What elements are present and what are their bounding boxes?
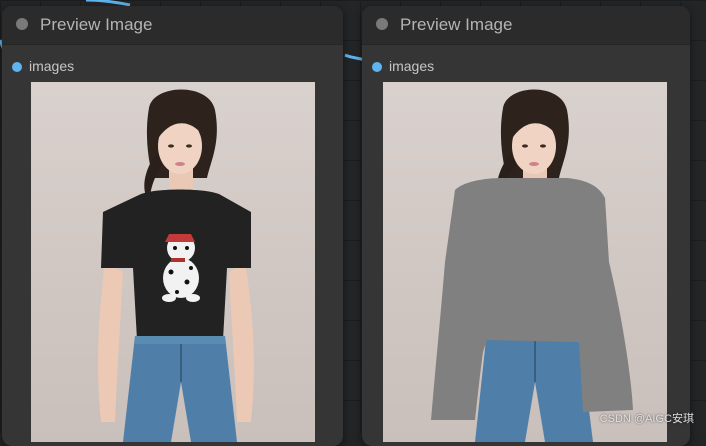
collapse-dot-icon[interactable] <box>16 18 28 30</box>
input-slot-icon[interactable] <box>372 62 382 72</box>
preview-image-node-1[interactable]: Preview Image images <box>2 6 343 446</box>
input-slot-label: images <box>389 58 435 74</box>
preview-image-node-2[interactable]: Preview Image images <box>362 6 690 446</box>
input-slot-icon[interactable] <box>12 62 22 72</box>
node-header[interactable]: Preview Image <box>362 6 690 45</box>
node-title: Preview Image <box>400 15 513 34</box>
node-title: Preview Image <box>40 15 153 34</box>
woman-tshirt-photo <box>98 89 254 442</box>
watermark: CSDN @AIGC安琪 <box>599 413 694 425</box>
woman-masked-photo <box>431 89 633 442</box>
collapse-dot-icon[interactable] <box>376 18 388 30</box>
input-slot-label: images <box>29 58 75 74</box>
node-header[interactable]: Preview Image <box>2 6 343 45</box>
preview-image <box>383 82 667 442</box>
preview-image <box>31 82 315 442</box>
